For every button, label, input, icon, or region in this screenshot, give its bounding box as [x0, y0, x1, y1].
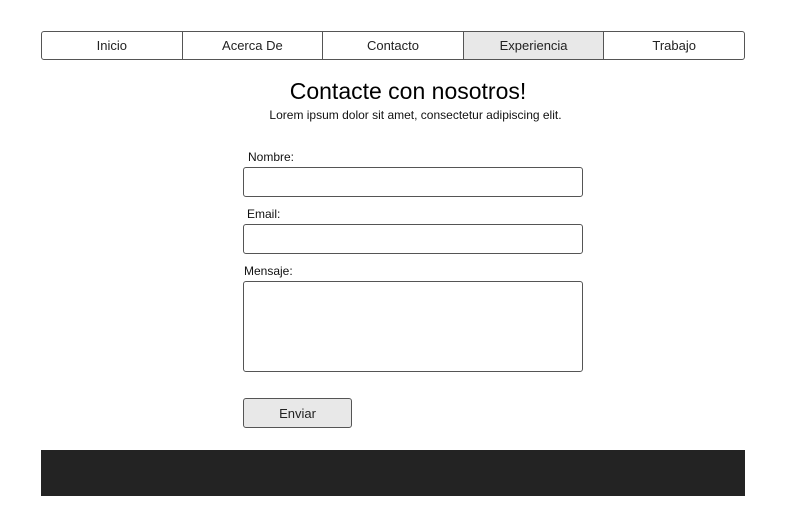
message-textarea[interactable] [243, 281, 583, 372]
email-input[interactable] [243, 224, 583, 254]
footer [41, 450, 745, 496]
nav-item-inicio[interactable]: Inicio [42, 32, 183, 59]
nav-item-acerca-de[interactable]: Acerca De [183, 32, 324, 59]
nav-item-contacto[interactable]: Contacto [323, 32, 464, 59]
page-title: Contacte con nosotros! [289, 78, 527, 104]
page-subtitle: Lorem ipsum dolor sit amet, consectetur … [269, 108, 562, 122]
email-label: Email: [247, 207, 281, 221]
main-nav: Inicio Acerca De Contacto Experiencia Tr… [41, 31, 745, 60]
name-label: Nombre: [248, 150, 295, 164]
name-input[interactable] [243, 167, 583, 197]
nav-item-trabajo[interactable]: Trabajo [604, 32, 744, 59]
submit-button[interactable]: Enviar [243, 398, 352, 428]
nav-item-experiencia[interactable]: Experiencia [463, 32, 605, 59]
message-label: Mensaje: [244, 264, 293, 278]
